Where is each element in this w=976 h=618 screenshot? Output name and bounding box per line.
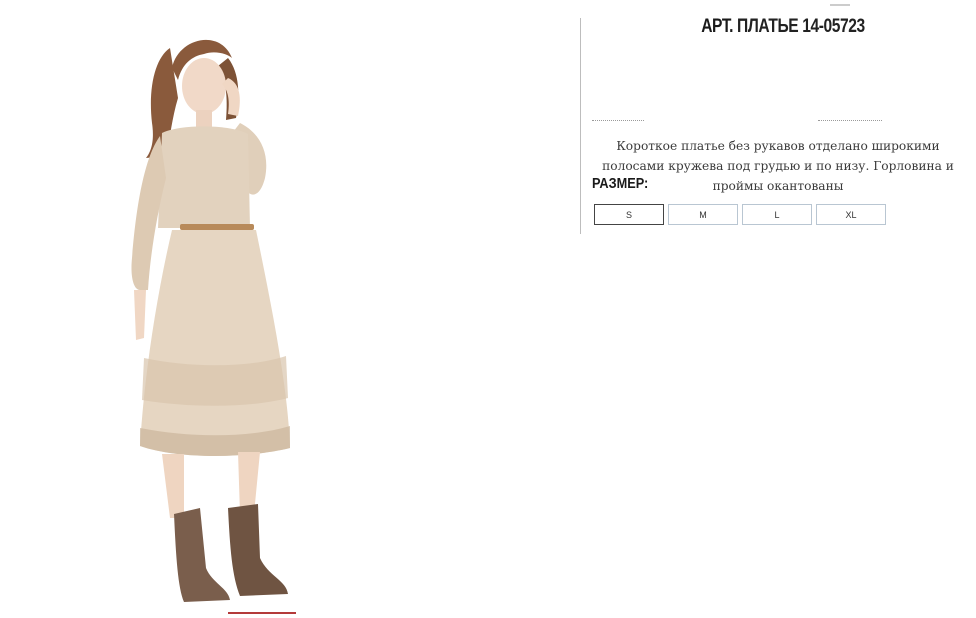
gallery-active-indicator	[228, 612, 296, 614]
product-title: АРТ. ПЛАТЬЕ 14-05723	[625, 16, 942, 38]
dotted-separator-left	[592, 120, 644, 121]
size-label: РАЗМЕР:	[592, 175, 649, 192]
title-prefix: АРТ.	[701, 16, 734, 37]
dotted-separator-right	[818, 120, 882, 121]
title-name: ПЛАТЬЕ 14-05723	[737, 16, 865, 37]
top-divider-tick	[830, 4, 850, 6]
size-option-s[interactable]: S	[594, 204, 664, 225]
product-photo[interactable]	[100, 28, 320, 618]
size-option-l[interactable]: L	[742, 204, 812, 225]
size-option-m[interactable]: M	[668, 204, 738, 225]
size-selector: S M L XL	[594, 204, 886, 225]
model-photo-image	[131, 39, 290, 602]
vertical-divider	[580, 18, 581, 234]
size-option-xl[interactable]: XL	[816, 204, 886, 225]
